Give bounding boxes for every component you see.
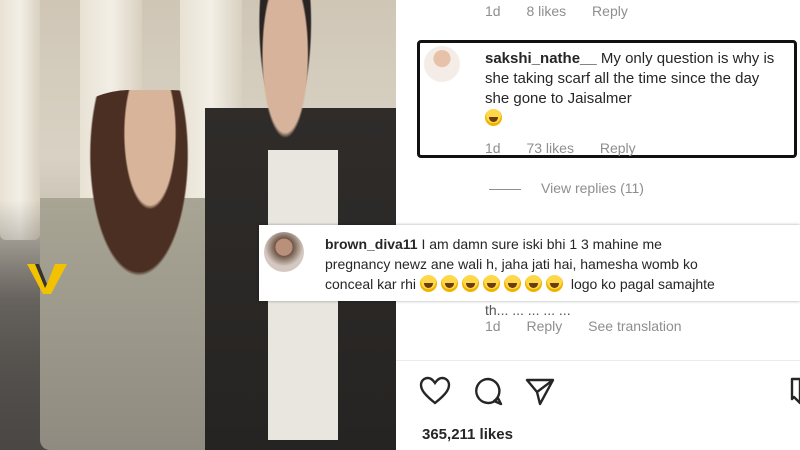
comment-time: 1d [485, 3, 501, 19]
comment-body: sakshi_nathe__ My only question is why i… [485, 49, 785, 129]
laughing-emoji-icon [482, 275, 500, 292]
laughing-emoji-icon [419, 275, 437, 292]
comment-icon[interactable] [472, 376, 504, 406]
avatar[interactable] [424, 46, 460, 82]
laughing-emoji-icon [440, 275, 458, 292]
avatar[interactable] [264, 232, 304, 272]
see-translation-button[interactable]: See translation [588, 318, 681, 334]
comment-time: 1d [485, 318, 501, 334]
comment-text-line3-start: conceal kar rhi [325, 276, 417, 292]
comment-time: 1d [485, 140, 501, 156]
comment-meta: 1d 73 likes Reply [485, 140, 658, 156]
comment-likes[interactable]: 8 likes [526, 3, 566, 19]
comment-text-line3-end: logo ko pagal samajhte [570, 276, 715, 292]
laughing-emoji-icon [485, 109, 502, 126]
view-replies-label: View replies (11) [541, 180, 644, 196]
laughing-emoji-icon [503, 275, 521, 292]
hidden-comment-text: th... ... ... ... ... [485, 302, 571, 318]
comment-meta: 1d Reply See translation [485, 318, 704, 334]
laughing-emoji-icon [524, 275, 542, 292]
reply-button[interactable]: Reply [600, 140, 636, 156]
reply-button[interactable]: Reply [526, 318, 562, 334]
divider [396, 360, 800, 361]
divider [489, 188, 521, 190]
comment-likes[interactable]: 73 likes [526, 140, 573, 156]
watermark-logo-icon [27, 264, 67, 294]
comment-username[interactable]: sakshi_nathe__ [485, 50, 597, 67]
post-likes-count[interactable]: 365,211 likes [422, 426, 513, 443]
comment-username[interactable]: brown_diva11 [325, 236, 418, 252]
share-icon[interactable] [524, 376, 556, 406]
comment-text-line1: I am damn sure iski bhi 1 3 mahine me [421, 236, 662, 252]
top-comment-meta: 1d 8 likes Reply [485, 3, 650, 19]
overlay-comment-body: brown_diva11 I am damn sure iski bhi 1 3… [325, 234, 800, 294]
comment-text-line2: pregnancy newz ane wali h, jaha jati hai… [325, 256, 698, 272]
reply-button[interactable]: Reply [592, 3, 628, 19]
laughing-emoji-icon [461, 275, 479, 292]
laughing-emoji-icon [545, 275, 563, 292]
heart-icon[interactable] [419, 376, 451, 406]
bookmark-icon[interactable] [786, 376, 800, 406]
view-replies-button[interactable]: View replies (11) [489, 180, 644, 196]
